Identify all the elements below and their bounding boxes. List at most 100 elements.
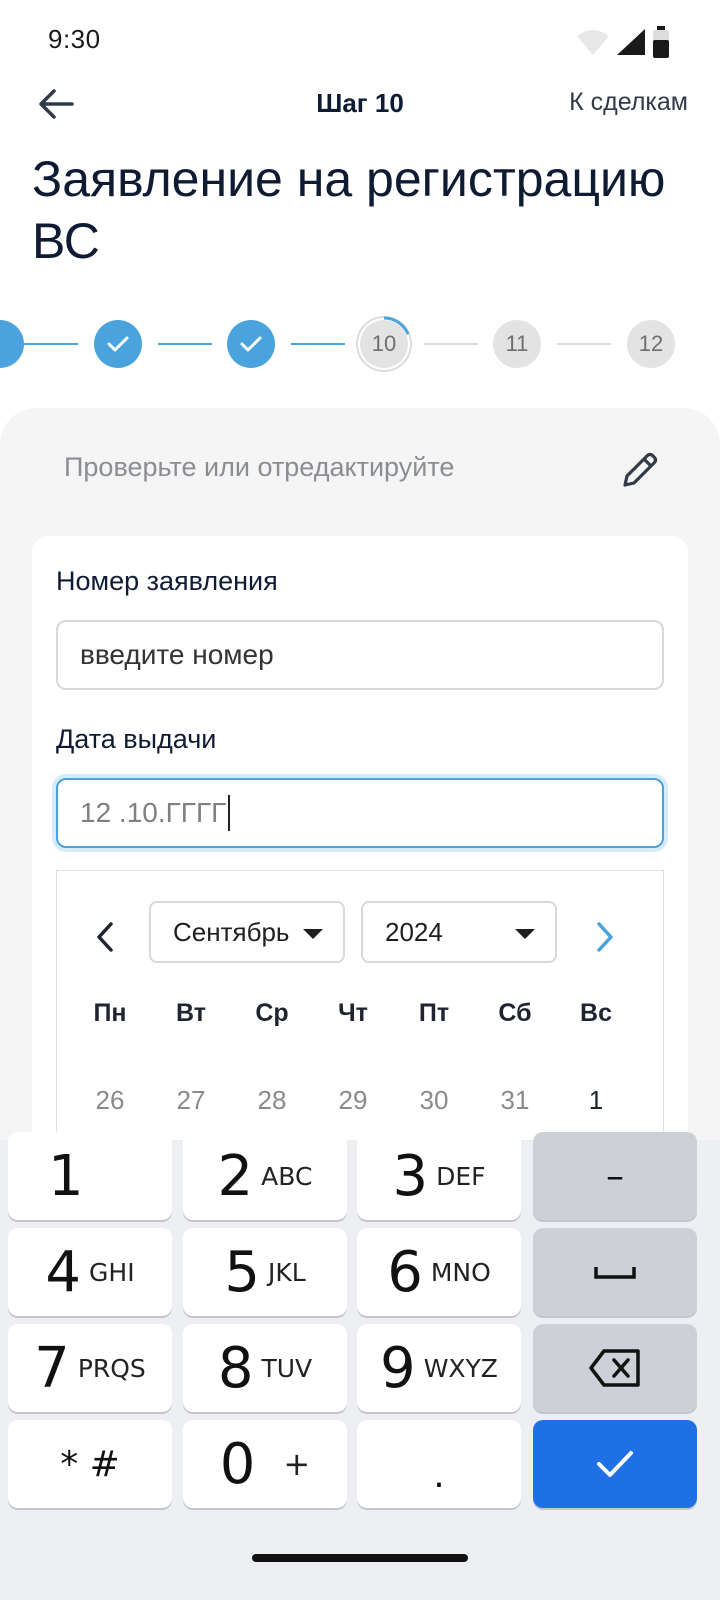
pencil-icon [623,452,658,487]
text-caret [228,795,231,831]
key-7[interactable]: 7 PRQS [8,1324,172,1412]
key-dot[interactable]: . [357,1420,521,1508]
key-1[interactable]: 1 [8,1132,172,1220]
year-select[interactable]: 2024 [361,901,557,963]
key-digit: 5 [224,1239,260,1305]
date-input[interactable]: 12 .10.ГГГГ [56,778,664,848]
key-3[interactable]: 3 DEF [357,1132,521,1220]
dropdown-arrow-icon [515,929,535,939]
step-done [94,320,142,368]
check-icon [597,1451,633,1477]
battery-icon [653,26,669,58]
calendar-day[interactable]: 1 [566,1085,626,1116]
check-icon [240,336,262,352]
key-letters: JKL [267,1257,306,1287]
key-4[interactable]: 4 GHI [8,1228,172,1316]
check-icon [107,336,129,352]
weekday-label: Сб [498,999,532,1027]
key-backspace[interactable] [533,1324,697,1412]
number-label: Номер заявления [56,566,278,596]
status-bar: 9:30 [0,0,720,80]
weekday-label: Вт [176,999,206,1027]
key-2[interactable]: 2 ABC [183,1132,347,1220]
status-time: 9:30 [48,24,101,54]
key-letters: ABC [261,1161,313,1191]
key-letters: PRQS [77,1353,146,1383]
key-letters: GHI [89,1257,135,1287]
key-8[interactable]: 8 TUV [183,1324,347,1412]
step-connector [557,343,611,345]
stepper: 10 11 12 [0,312,720,376]
key-star-hash[interactable]: * # [8,1420,172,1508]
key-letters: DEF [436,1161,486,1191]
calendar-day[interactable]: 26 [80,1085,140,1116]
key-digit: 6 [387,1239,423,1305]
key-digit: 1 [48,1143,84,1209]
wifi-icon [577,30,609,55]
key-digit: 8 [217,1335,254,1401]
step-connector [24,343,78,345]
calendar-day[interactable]: 31 [485,1085,545,1116]
key-9[interactable]: 9 WXYZ [357,1324,521,1412]
minus-symbol: – [606,1155,624,1197]
key-digit: 2 [217,1143,254,1209]
step-done [227,320,275,368]
step-connector [291,343,345,345]
date-value: 12 .10.ГГГГ [80,797,227,828]
arrow-left-icon [39,89,74,119]
panel-hint: Проверьте или отредактируйте [64,452,455,482]
star-hash-symbol: * # [60,1443,120,1485]
key-6[interactable]: 6 MNO [357,1228,521,1316]
key-digit: 9 [380,1335,416,1401]
weekday-label: Вс [580,999,612,1027]
step-connector [158,343,212,345]
step-progress-arc [383,316,410,335]
key-0[interactable]: 0 + [183,1420,347,1508]
back-button[interactable] [30,80,82,128]
step-pending: 11 [493,320,541,368]
chevron-left-icon [97,922,113,952]
step-connector [424,343,478,345]
dropdown-arrow-icon [303,929,323,939]
number-input[interactable]: введите номер [56,620,664,690]
date-label: Дата выдачи [56,724,217,754]
key-letters: TUV [261,1353,313,1383]
page-title: Заявление на регистрацию ВС [32,151,666,269]
step-pending: 12 [627,320,675,368]
signal-icon [617,29,645,55]
backspace-icon [589,1349,640,1387]
key-letters: MNO [430,1257,491,1287]
key-5[interactable]: 5 JKL [183,1228,347,1316]
prev-month-button[interactable] [85,911,125,963]
space-icon [594,1267,636,1279]
key-letters: WXYZ [423,1353,498,1383]
number-placeholder: введите номер [80,639,274,670]
calendar-day[interactable]: 30 [404,1085,464,1116]
key-minus[interactable]: – [533,1132,697,1220]
weekday-label: Ср [255,999,289,1027]
key-digit: 7 [34,1335,70,1401]
calendar-day[interactable]: 28 [242,1085,302,1116]
chevron-right-icon [597,922,613,952]
edit-button[interactable] [616,446,664,494]
key-digit: 3 [392,1143,429,1209]
key-space[interactable] [533,1228,697,1316]
date-picker: Сентябрь 2024 Пн Вт Ср Чт Пт Сб Вс 26 27… [56,870,664,1156]
home-indicator[interactable] [252,1554,468,1562]
deals-link[interactable]: К сделкам [569,88,688,117]
key-done[interactable] [533,1420,697,1508]
next-month-button[interactable] [585,911,625,963]
key-digit: 4 [45,1239,82,1305]
weekday-label: Пн [93,999,127,1027]
dot-symbol: . [433,1454,445,1496]
weekday-label: Чт [338,999,368,1027]
month-value: Сентябрь [173,916,290,947]
weekday-label: Пт [418,999,450,1027]
calendar-day[interactable]: 29 [323,1085,383,1116]
calendar-day[interactable]: 27 [161,1085,221,1116]
year-value: 2024 [385,916,443,947]
month-select[interactable]: Сентябрь [149,901,345,963]
step-done [0,320,24,368]
status-icons [576,26,670,58]
key-letters: + [283,1445,311,1483]
